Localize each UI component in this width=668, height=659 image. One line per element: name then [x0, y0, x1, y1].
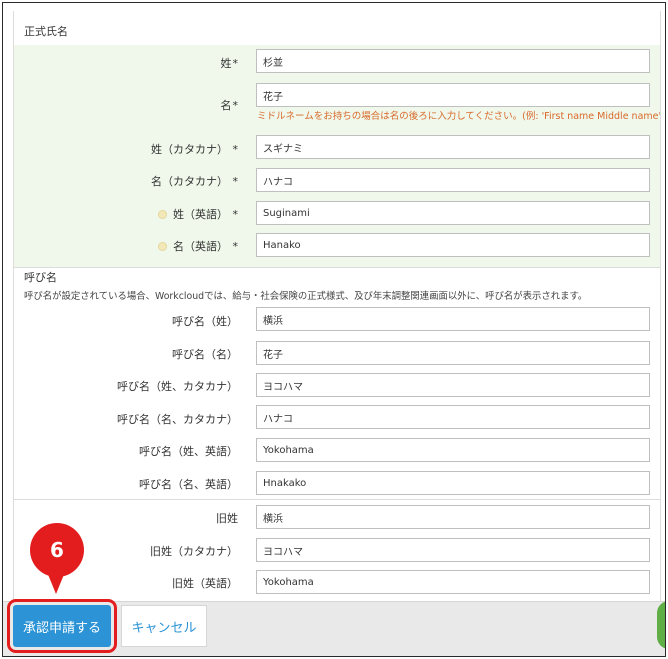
required-mark: * [229, 143, 238, 156]
first-name-input[interactable] [256, 83, 650, 107]
former-last-input[interactable] [256, 505, 650, 529]
middle-name-hint: ミドルネームをお持ちの場合は名の後ろに入力してください。(例: 'First n… [257, 111, 661, 122]
nick-first-kana-input[interactable] [256, 405, 650, 429]
help-widget-edge[interactable] [657, 601, 665, 649]
nick-first-input[interactable] [256, 341, 650, 365]
label-first-name-kana: 名（カタカナ） * [14, 173, 238, 189]
nick-first-en-input[interactable] [256, 471, 650, 495]
label-first-name-en: 名（英語） * [14, 238, 238, 254]
section-divider [14, 499, 660, 500]
last-name-kana-input[interactable] [256, 135, 650, 159]
last-name-input[interactable] [256, 49, 650, 73]
nick-last-en-input[interactable] [256, 438, 650, 462]
label-last-name-en: 姓（英語） * [14, 206, 238, 222]
label-text: 姓 [220, 57, 232, 70]
nickname-section-title: 呼び名 [24, 271, 57, 284]
nickname-description: 呼び名が設定されている場合、Workcloudでは、給与・社会保険の正式様式、及… [24, 291, 588, 302]
annotation-highlight-ring [7, 599, 117, 653]
label-text: 姓（カタカナ） [151, 143, 228, 156]
info-icon[interactable] [158, 242, 167, 251]
window-frame: 正式氏名 姓* 名* ミドルネームをお持ちの場合は名の後ろに入力してください。(… [2, 2, 666, 657]
nick-last-input[interactable] [256, 307, 650, 331]
label-nick-first: 呼び名（名） [172, 348, 238, 361]
first-name-en-input[interactable] [256, 233, 650, 257]
name-form-panel: 正式氏名 姓* 名* ミドルネームをお持ちの場合は名の後ろに入力してください。(… [13, 11, 661, 601]
legal-name-section-title: 正式氏名 [24, 25, 68, 38]
label-last-name: 姓* [14, 55, 239, 71]
last-name-en-input[interactable] [256, 201, 650, 225]
former-last-kana-input[interactable] [256, 538, 650, 562]
cancel-button[interactable]: キャンセル [121, 605, 207, 647]
step-number-badge: 6 [30, 523, 84, 577]
required-mark: * [229, 240, 238, 253]
required-mark: * [232, 57, 239, 70]
first-name-kana-input[interactable] [256, 168, 650, 192]
label-text: 名（英語） [173, 240, 228, 253]
label-text: 名（カタカナ） [151, 175, 228, 188]
nick-last-kana-input[interactable] [256, 373, 650, 397]
label-nick-first-kana: 呼び名（名、カタカナ） [117, 413, 238, 426]
label-text: 姓（英語） [173, 208, 228, 221]
section-divider [14, 267, 660, 268]
label-nick-first-en: 呼び名（名、英語） [139, 478, 238, 491]
label-text: 名 [220, 99, 232, 112]
former-last-en-input[interactable] [256, 570, 650, 594]
label-last-name-kana: 姓（カタカナ） * [14, 141, 238, 157]
required-mark: * [229, 175, 238, 188]
required-mark: * [232, 99, 239, 112]
label-nick-last-en: 呼び名（姓、英語） [139, 445, 238, 458]
label-nick-last-kana: 呼び名（姓、カタカナ） [117, 380, 238, 393]
label-first-name: 名* [14, 97, 239, 113]
label-nick-last: 呼び名（姓） [172, 315, 238, 328]
required-mark: * [229, 208, 238, 221]
info-icon[interactable] [158, 210, 167, 219]
